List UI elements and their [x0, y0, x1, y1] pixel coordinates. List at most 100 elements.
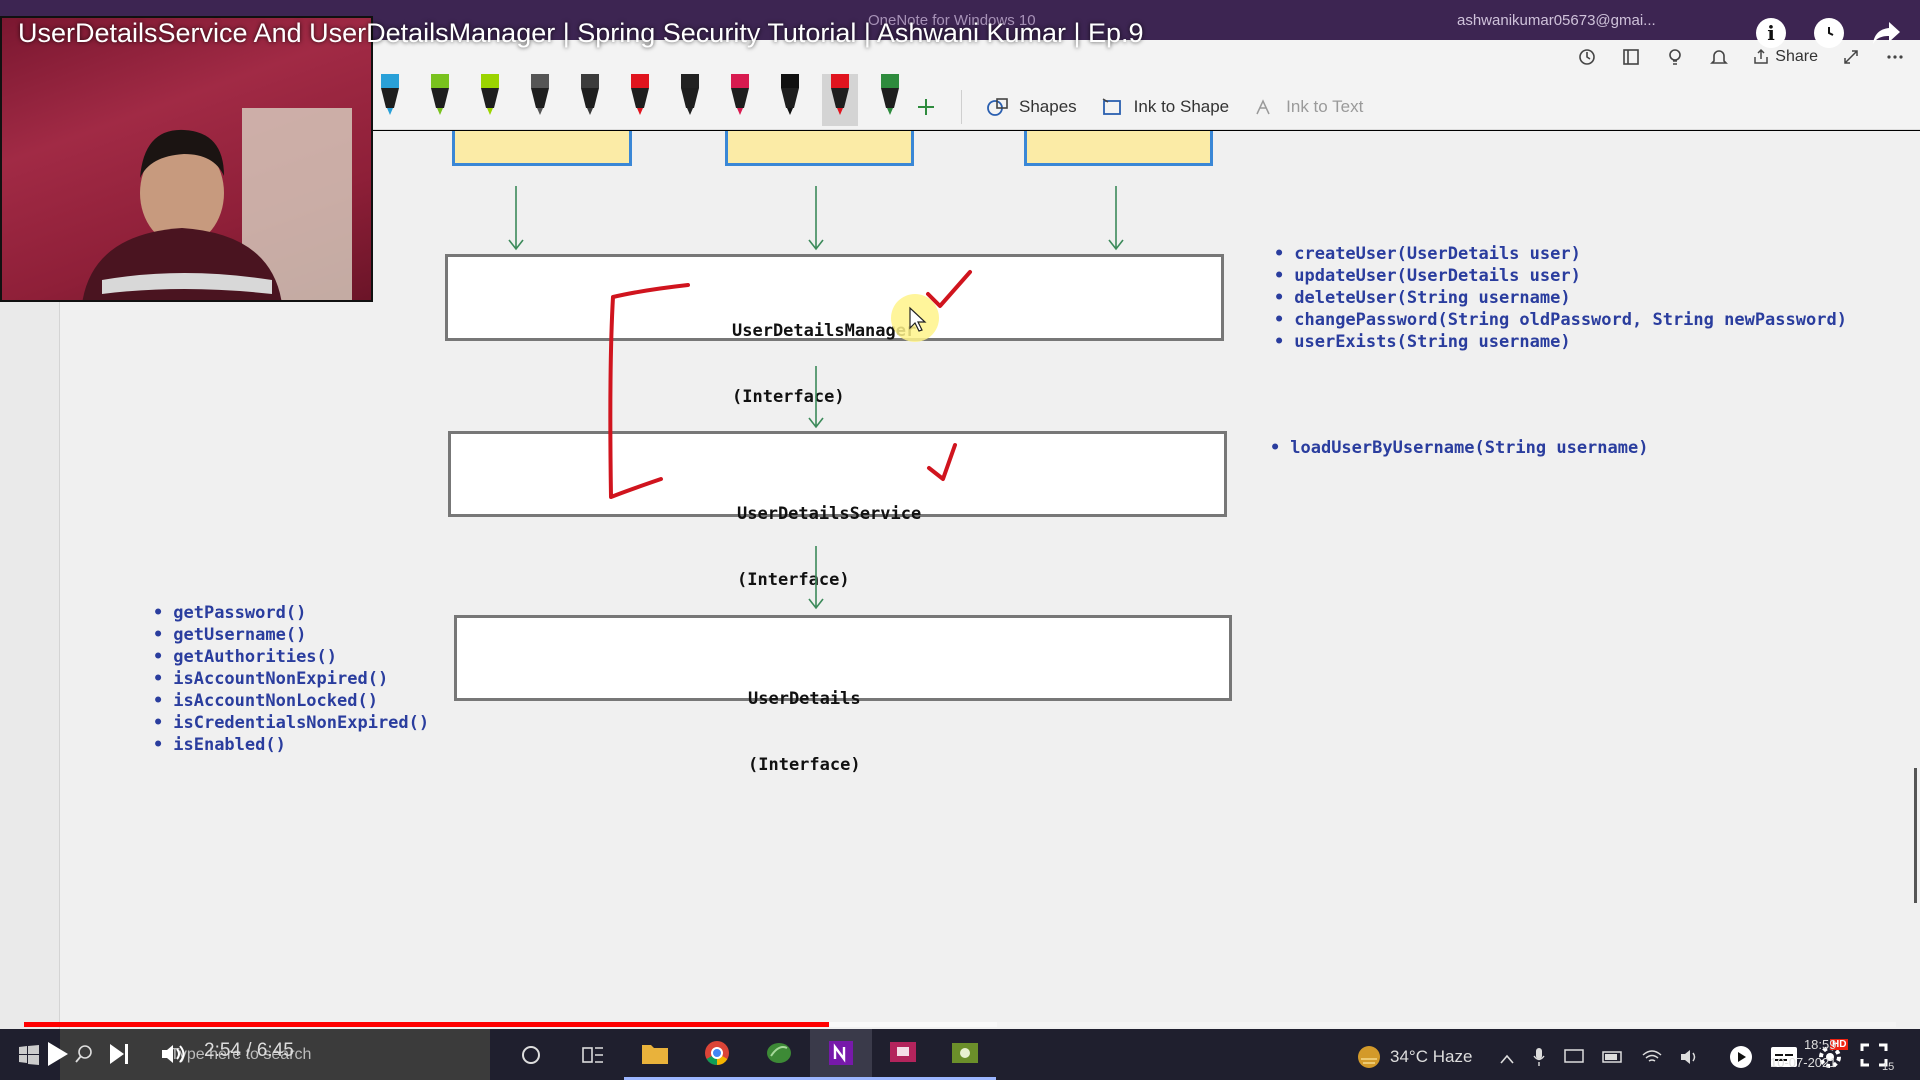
account-name[interactable]: ashwanikumar05673@gmai...: [1457, 12, 1656, 29]
pen-tool[interactable]: [372, 74, 408, 126]
list-item: updateUser(UserDetails user): [1274, 265, 1847, 287]
ink-to-shape-label: Ink to Shape: [1133, 97, 1230, 116]
video-top-actions: i: [1756, 18, 1902, 48]
video-time: 2:54 / 6:45: [204, 1040, 294, 1061]
shapes-button[interactable]: Shapes: [986, 96, 1077, 118]
details-method-list: getPassword() getUsername() getAuthoriti…: [153, 602, 429, 756]
cortana-icon[interactable]: [500, 1029, 562, 1080]
wifi-icon[interactable]: [1642, 1049, 1662, 1070]
ribbon-actions: Share: [1576, 46, 1906, 68]
presentation-app-icon[interactable]: [872, 1029, 934, 1080]
ribbon-separator: [961, 90, 962, 124]
ink-to-shape-icon: [1102, 98, 1121, 115]
info-icon[interactable]: i: [1756, 18, 1786, 48]
play-icon[interactable]: [46, 1041, 70, 1072]
sync-icon[interactable]: [1576, 46, 1598, 68]
watch-later-icon[interactable]: [1814, 18, 1844, 48]
presenter-silhouette: [82, 108, 352, 300]
pen-tool[interactable]: [722, 74, 758, 126]
user-details-manager-box: UserDetailsManager (Interface): [445, 254, 1224, 407]
share-icon: [1754, 48, 1769, 64]
task-view-icon[interactable]: [562, 1029, 624, 1080]
windows-start-icon[interactable]: [18, 1044, 40, 1071]
manager-method-list: createUser(UserDetails user) updateUser(…: [1274, 243, 1847, 353]
haze-weather-icon: [1358, 1046, 1380, 1068]
manager-name: UserDetailsManager: [732, 321, 917, 341]
manager-kind: (Interface): [732, 387, 845, 407]
chrome-icon[interactable]: [686, 1029, 748, 1080]
video-title: UserDetailsService And UserDetailsManage…: [18, 18, 1144, 48]
user-details-box: UserDetails (Interface): [454, 615, 1232, 775]
list-item: deleteUser(String username): [1274, 287, 1847, 309]
pen-tool[interactable]: [822, 74, 858, 126]
pen-tool[interactable]: [622, 74, 658, 126]
ribbon-tools: Shapes Ink to Shape Ink to Text: [915, 90, 1363, 124]
user-details-service-box: UserDetailsService (Interface): [448, 431, 1227, 590]
shapes-icon: [987, 98, 1008, 116]
list-item: changePassword(String oldPassword, Strin…: [1274, 309, 1847, 331]
share-label: Share: [1775, 48, 1818, 65]
pen-tool[interactable]: [772, 74, 808, 126]
list-item: isCredentialsNonExpired(): [153, 712, 429, 734]
display-icon[interactable]: [1564, 1048, 1584, 1071]
top-box-1: [452, 131, 632, 166]
list-item: isEnabled(): [153, 734, 429, 756]
spring-tool-suite-icon[interactable]: [748, 1029, 810, 1080]
file-explorer-icon[interactable]: [624, 1029, 686, 1080]
service-method-list: loadUserByUsername(String username): [1270, 437, 1648, 459]
pen-gallery: [372, 74, 908, 126]
chevron-up-icon[interactable]: [1500, 1051, 1514, 1069]
list-item: getPassword(): [153, 602, 429, 624]
search-icon: [74, 1044, 94, 1069]
add-pen-icon[interactable]: [915, 96, 937, 118]
battery-icon[interactable]: [1602, 1050, 1624, 1069]
list-item: loadUserByUsername(String username): [1270, 437, 1648, 459]
pen-tool[interactable]: [422, 74, 458, 126]
service-kind: (Interface): [737, 570, 850, 590]
ink-to-shape-button[interactable]: Ink to Shape: [1101, 96, 1229, 118]
expand-icon[interactable]: [1840, 46, 1862, 68]
video-progress-bar[interactable]: [24, 1022, 1896, 1027]
speaker-icon[interactable]: [1680, 1049, 1700, 1070]
taskbar-clock[interactable]: 18:59 10-07-2021: [1770, 1036, 1837, 1072]
pen-tool[interactable]: [472, 74, 508, 126]
screen-recorder-icon[interactable]: [934, 1029, 996, 1080]
taskbar-apps: [500, 1029, 996, 1080]
list-item: createUser(UserDetails user): [1274, 243, 1847, 265]
bell-icon[interactable]: [1708, 46, 1730, 68]
pen-tool[interactable]: [872, 74, 908, 126]
clock-time: 18:59: [1803, 1037, 1837, 1052]
onenote-icon[interactable]: [810, 1029, 872, 1080]
weather-text: 34°C Haze: [1390, 1047, 1473, 1066]
clock-date: 10-07-2021: [1770, 1055, 1837, 1070]
top-box-3: [1024, 131, 1213, 166]
top-box-2: [725, 131, 914, 166]
progress-played: [24, 1022, 829, 1027]
webcam-video: [0, 16, 373, 302]
ink-to-text-button[interactable]: Ink to Text: [1253, 96, 1363, 118]
list-item: userExists(String username): [1274, 331, 1847, 353]
notebook-icon[interactable]: [1620, 46, 1642, 68]
weather-widget[interactable]: 34°C Haze: [1356, 1044, 1472, 1070]
notification-count[interactable]: 15: [1882, 1061, 1894, 1073]
ink-to-text-icon: [1256, 99, 1270, 115]
details-name: UserDetails: [748, 689, 861, 709]
list-item: getUsername(): [153, 624, 429, 646]
vertical-scrollbar[interactable]: [1914, 768, 1917, 903]
pen-tool[interactable]: [572, 74, 608, 126]
ink-to-text-label: Ink to Text: [1286, 97, 1364, 116]
list-item: getAuthorities(): [153, 646, 429, 668]
share-video-icon[interactable]: [1872, 18, 1902, 48]
microphone-icon[interactable]: [1532, 1047, 1546, 1072]
volume-icon[interactable]: [160, 1042, 186, 1071]
miniplayer-icon[interactable]: [1718, 1044, 1752, 1075]
list-item: isAccountNonLocked(): [153, 690, 429, 712]
pen-tool[interactable]: [522, 74, 558, 126]
details-kind: (Interface): [748, 755, 861, 775]
service-name: UserDetailsService: [737, 504, 922, 524]
next-video-icon[interactable]: [108, 1042, 130, 1071]
share-button[interactable]: Share: [1752, 48, 1818, 66]
more-options-icon[interactable]: [1884, 46, 1906, 68]
lightbulb-icon[interactable]: [1664, 46, 1686, 68]
pen-tool[interactable]: [672, 74, 708, 126]
